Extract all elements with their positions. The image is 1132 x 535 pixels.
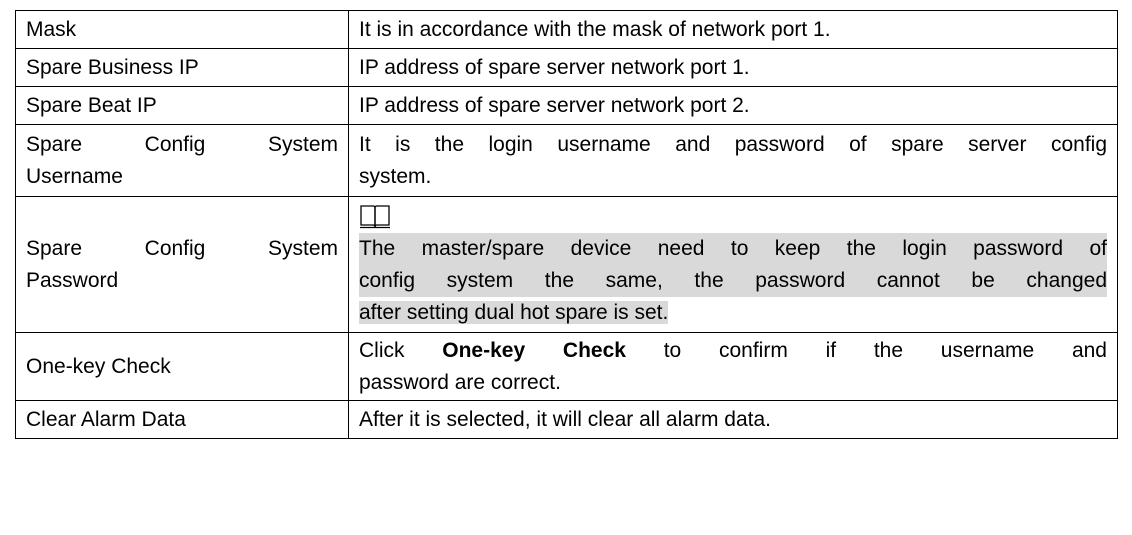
param-cell: Spare Config System Password [15,196,349,333]
param-cell: Clear Alarm Data [15,400,349,439]
table-row: Clear Alarm Data After it is selected, i… [15,400,1118,439]
desc-text: to confirm if the username and [625,338,1107,362]
desc-cell: It is in accordance with the mask of net… [348,10,1118,49]
note-line: config system the same, the password can… [359,264,1107,297]
desc-line: password are correct. [359,370,561,394]
desc-cell: IP address of spare server network port … [348,48,1118,87]
desc-line: It is the login username and password of… [359,132,1107,156]
desc-cell: After it is selected, it will clear all … [348,400,1118,439]
param-line: Spare Config System [26,132,338,156]
note-cell: The master/spare device need to keep the… [348,196,1118,333]
table-row: One-key Check Click One-key Check to con… [15,332,1118,401]
note-line: The master/spare device need to keep the… [359,232,1107,265]
param-line: Password [26,268,119,292]
note-line-wrap: after setting dual hot spare is set. [359,297,1107,329]
param-cell: Spare Config System Username [15,124,349,197]
desc-cell: IP address of spare server network port … [348,86,1118,125]
desc-text: Click [359,338,443,362]
desc-cell: It is the login username and password of… [348,124,1118,197]
book-note-icon [360,204,390,228]
param-line: Spare Config System [26,236,338,260]
desc-line: Click One-key Check to confirm if the us… [359,335,1107,367]
param-cell: One-key Check [15,332,349,401]
table-row: Spare Business IP IP address of spare se… [15,48,1118,87]
table-row: Spare Config System Username It is the l… [15,124,1118,197]
note-line: after setting dual hot spare is set. [359,300,669,324]
table-row: Spare Config System Password The master/… [15,196,1118,333]
desc-line: system. [359,164,432,188]
param-cell: Spare Beat IP [15,86,349,125]
parameter-table: Mask It is in accordance with the mask o… [15,10,1118,439]
desc-bold-text: One-key Check [442,338,626,362]
desc-cell: Click One-key Check to confirm if the us… [348,332,1118,401]
table-row: Mask It is in accordance with the mask o… [15,10,1118,49]
param-cell: Spare Business IP [15,48,349,87]
table-row: Spare Beat IP IP address of spare server… [15,86,1118,125]
param-line: Username [26,164,123,188]
param-cell: Mask [15,10,349,49]
